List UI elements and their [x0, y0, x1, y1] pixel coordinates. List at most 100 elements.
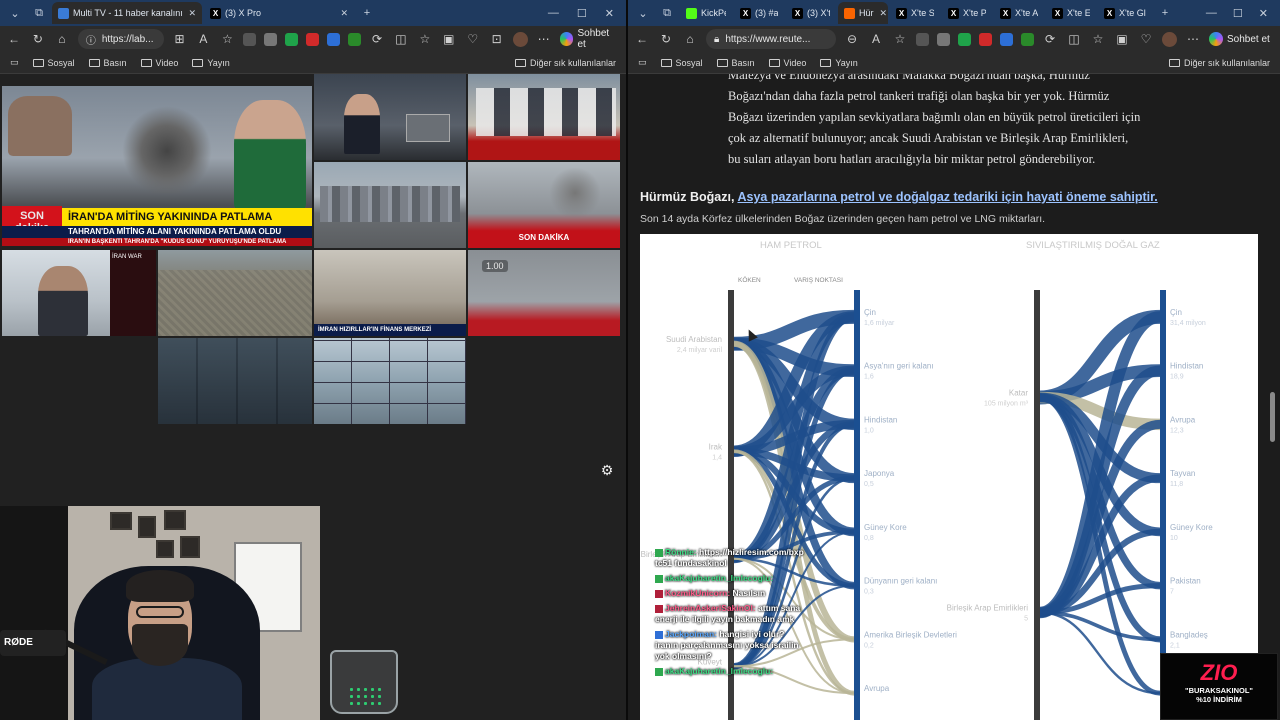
bookmark-folder[interactable]: Basın — [716, 58, 755, 68]
extensions-icon[interactable]: ⟳ — [1042, 32, 1058, 46]
copilot-button[interactable]: Sohbet et — [559, 28, 621, 50]
extension-2-icon[interactable] — [264, 32, 278, 46]
workspaces-icon[interactable]: ⧉ — [28, 7, 50, 20]
maximize-icon[interactable]: ☐ — [577, 7, 587, 20]
tv-tile-cctv-2[interactable] — [314, 338, 466, 424]
info-icon: ⓘ — [85, 35, 96, 47]
heading-link[interactable]: Asya pazarlarına petrol ve doğalgaz teda… — [737, 190, 1157, 204]
favorite-star-icon[interactable]: ☆ — [219, 32, 235, 46]
tab-reuters[interactable]: Hür ✕ — [838, 2, 888, 24]
other-favorites[interactable]: Diğer sık kullanılanlar — [1168, 58, 1270, 68]
extension-3-icon[interactable] — [285, 32, 299, 46]
close-tab-icon[interactable]: ✕ — [188, 8, 196, 19]
bookmark-toggle-icon[interactable]: ▭ — [10, 57, 19, 68]
tv-tile-habertturk[interactable]: İRAN'DA MİTİNG YAKININDA PATLAMA SON dak… — [2, 86, 312, 246]
chat-badge-icon — [655, 604, 663, 613]
split-screen-icon[interactable]: ◫ — [393, 32, 409, 46]
extension-6-icon[interactable] — [1021, 32, 1034, 46]
more-menu-icon[interactable]: ⋯ — [536, 32, 552, 46]
new-tab-plus-icon[interactable]: + — [1154, 7, 1176, 19]
bookmark-folder[interactable]: Basın — [88, 58, 127, 68]
close-window-icon[interactable]: ✕ — [1259, 7, 1268, 20]
split-screen-icon[interactable]: ◫ — [1066, 32, 1082, 46]
bookmark-folder[interactable]: Sosyal — [660, 58, 703, 68]
extension-4-icon[interactable] — [306, 32, 320, 46]
home-icon[interactable]: ⌂ — [682, 32, 698, 46]
tv-tile-city[interactable] — [314, 162, 466, 248]
favorites-icon[interactable]: ☆ — [417, 32, 433, 46]
tv-tile-reporters[interactable] — [468, 74, 620, 160]
extension-2-icon[interactable] — [937, 32, 950, 46]
extension-4-icon[interactable] — [979, 32, 992, 46]
extensions-icon[interactable]: ⟳ — [369, 32, 385, 46]
refresh-icon[interactable]: ↻ — [30, 32, 46, 46]
minimize-icon[interactable]: — — [1206, 7, 1217, 20]
tv-tile-explosion[interactable]: 1.00 — [468, 250, 620, 336]
favorites-icon[interactable]: ☆ — [1090, 32, 1106, 46]
tv-tile-studio[interactable] — [314, 74, 466, 160]
bookmark-folder[interactable]: Video — [140, 58, 178, 68]
back-icon[interactable]: ← — [634, 32, 650, 46]
minimize-icon[interactable]: — — [548, 7, 559, 20]
scrollbar-thumb[interactable] — [1270, 392, 1275, 442]
copilot-button[interactable]: Sohbet et — [1209, 32, 1270, 46]
other-favorites[interactable]: Diğer sık kullanılanlar — [514, 58, 616, 68]
bookmark-label: Yayın — [835, 57, 858, 68]
bookmark-folder[interactable]: Video — [768, 58, 806, 68]
tv-tile-rubble[interactable]: İMRAN HIZIRLLAR'IN FİNANS MERKEZİ — [314, 250, 466, 336]
tab-x-7[interactable]: X X'te Glo — [1098, 2, 1152, 24]
tab-x-6[interactable]: X X'te Em — [1046, 2, 1096, 24]
tv-tile-iran-war[interactable]: İRAN WAR — [2, 250, 156, 336]
address-bar[interactable]: ⓘ https://lab... — [77, 29, 164, 49]
tab-x-2[interactable]: X (3) X'te — [786, 2, 836, 24]
extension-6-icon[interactable] — [348, 32, 362, 46]
bookmark-folder[interactable]: Yayın — [820, 57, 858, 68]
tracking-icon[interactable]: ⊖ — [844, 32, 860, 46]
read-aloud-icon[interactable]: A — [195, 32, 211, 46]
read-aloud-icon[interactable]: A — [868, 32, 884, 46]
back-icon[interactable]: ← — [6, 32, 22, 46]
tab-x-3[interactable]: X X'te Sih — [890, 2, 940, 24]
bookmark-folder[interactable]: Sosyal — [32, 58, 75, 68]
tab-list-chevron-icon[interactable]: ⌄ — [4, 7, 26, 20]
settings-gear-icon[interactable]: ⚙ — [598, 462, 616, 480]
extension-3-icon[interactable] — [958, 32, 971, 46]
extension-5-icon[interactable] — [1000, 32, 1013, 46]
maximize-icon[interactable]: ☐ — [1233, 7, 1243, 20]
profile-avatar[interactable] — [1162, 31, 1177, 47]
tab-x-1[interactable]: X (3) #ad — [734, 2, 784, 24]
favorite-star-icon[interactable]: ☆ — [892, 32, 908, 46]
tv-tile-son-dakika[interactable]: SON DAKİKA — [468, 162, 620, 248]
tab-label: X'te Glo — [1119, 8, 1146, 18]
playback-speed[interactable]: 1.00 — [482, 260, 508, 272]
home-icon[interactable]: ⌂ — [54, 32, 70, 46]
bookmark-folder[interactable]: Yayın — [192, 58, 230, 68]
close-window-icon[interactable]: ✕ — [605, 7, 614, 20]
browser-essentials-icon[interactable]: ♡ — [465, 32, 481, 46]
collections-icon[interactable]: ▣ — [1114, 32, 1130, 46]
app-available-icon[interactable]: ⊞ — [172, 32, 188, 46]
close-tab-icon[interactable]: ✕ — [880, 8, 888, 19]
collections-icon[interactable]: ▣ — [441, 32, 457, 46]
tab-x-4[interactable]: X X'te Pr — [942, 2, 992, 24]
refresh-icon[interactable]: ↻ — [658, 32, 674, 46]
workspaces-icon[interactable]: ⧉ — [656, 7, 678, 20]
close-tab-icon[interactable]: ✕ — [340, 8, 348, 19]
tab-x-5[interactable]: X X'te Ak — [994, 2, 1044, 24]
more-menu-icon[interactable]: ⋯ — [1185, 32, 1201, 46]
tv-tile-aerial[interactable] — [158, 250, 312, 336]
tab-kick[interactable]: KickPee — [680, 2, 732, 24]
address-bar[interactable]: 🔒︎ https://www.reute... — [706, 29, 836, 49]
tab-list-chevron-icon[interactable]: ⌄ — [632, 7, 654, 20]
browser-essentials-icon[interactable]: ♡ — [1138, 32, 1154, 46]
extension-1-icon[interactable] — [243, 32, 257, 46]
screenshot-icon[interactable]: ⊡ — [489, 32, 505, 46]
tab-multi-tv[interactable]: Multi TV - 11 haber kanalını aynı a ✕ — [52, 2, 202, 24]
profile-avatar[interactable] — [512, 31, 528, 47]
extension-1-icon[interactable] — [916, 32, 929, 46]
tab-x-pro[interactable]: X (3) X Pro ✕ — [204, 2, 354, 24]
tv-tile-cctv-1[interactable] — [158, 338, 312, 424]
bookmark-toggle-icon[interactable]: ▭ — [638, 57, 647, 68]
new-tab-plus-icon[interactable]: + — [356, 7, 378, 19]
extension-5-icon[interactable] — [327, 32, 341, 46]
